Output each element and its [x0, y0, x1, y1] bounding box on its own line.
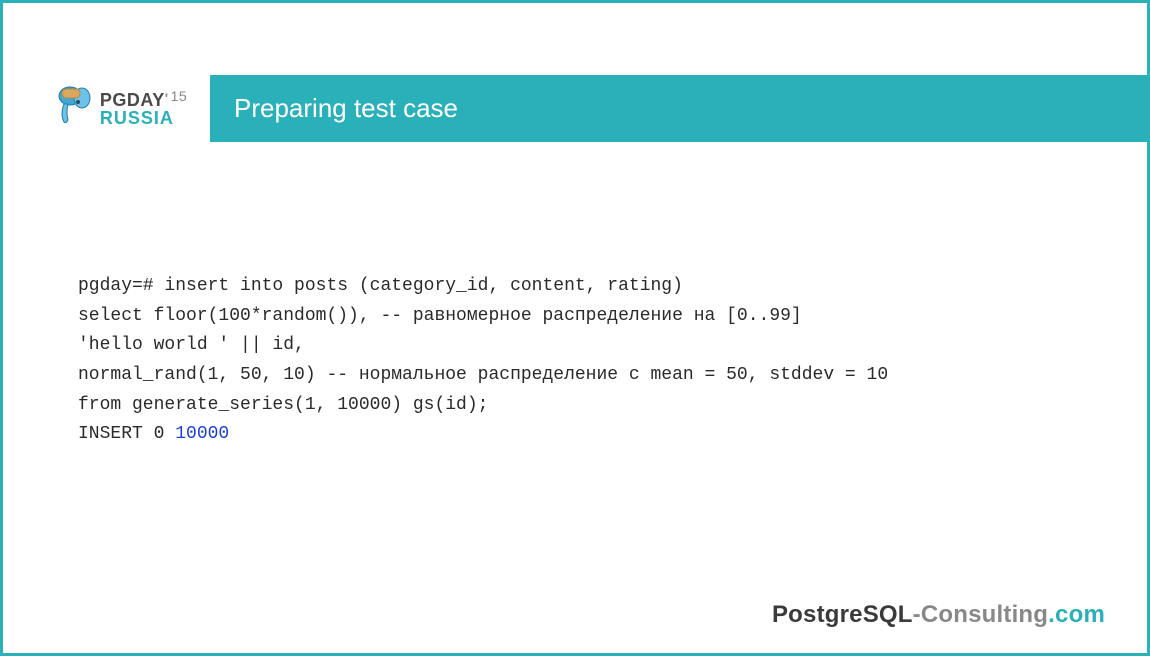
code-line-5: from generate_series(1, 10000) gs(id); [78, 395, 488, 415]
footer-postgre: Postgre [772, 601, 863, 628]
code-line-6-prefix: INSERT 0 [78, 424, 175, 444]
slide-title: Preparing test case [210, 75, 1147, 142]
logo-line1: PGDAY'15 [100, 91, 187, 109]
footer-sql: SQL [863, 601, 913, 628]
pgday-logo: PGDAY'15 RUSSIA [56, 86, 187, 131]
logo-text: PGDAY'15 RUSSIA [100, 91, 187, 127]
code-block: pgday=# insert into posts (category_id, … [3, 142, 1147, 450]
logo-pgday: PGDAY [100, 91, 165, 109]
slide-header: PGDAY'15 RUSSIA Preparing test case [3, 75, 1147, 142]
elephant-icon [56, 86, 94, 131]
code-line-6-count: 10000 [175, 424, 229, 444]
code-line-3: 'hello world ' || id, [78, 335, 305, 355]
slide: PGDAY'15 RUSSIA Preparing test case pgda… [0, 0, 1150, 656]
logo-russia: RUSSIA [100, 109, 187, 127]
code-line-2: select floor(100*random()), -- равномерн… [78, 306, 802, 326]
code-line-1: pgday=# insert into posts (category_id, … [78, 276, 683, 296]
logo-area: PGDAY'15 RUSSIA [3, 75, 210, 142]
footer-dotcom: .com [1048, 601, 1105, 628]
code-line-4: normal_rand(1, 50, 10) -- нормальное рас… [78, 365, 888, 385]
footer-brand: PostgreSQL-Consulting.com [772, 601, 1105, 629]
logo-year: 15 [171, 89, 188, 103]
footer-consulting: -Consulting [913, 601, 1049, 628]
logo-apostrophe: ' [165, 91, 169, 105]
